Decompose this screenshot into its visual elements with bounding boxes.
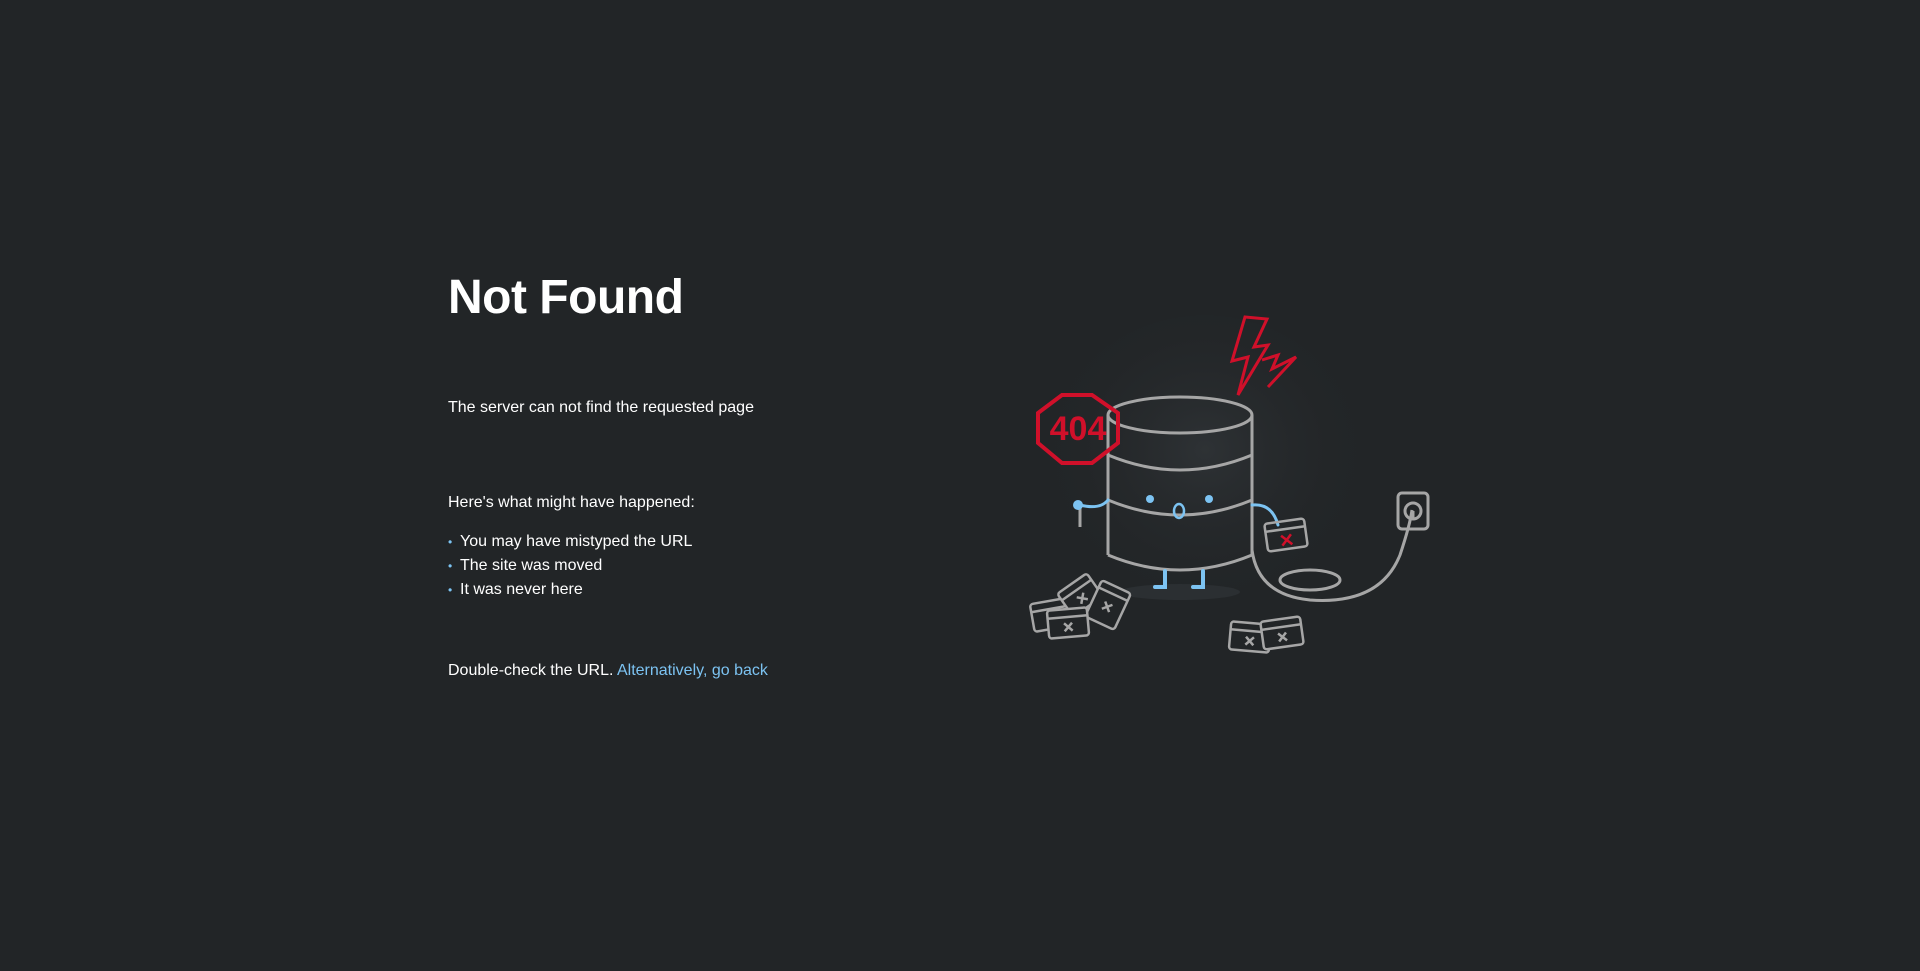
list-item: • The site was moved	[448, 554, 692, 578]
footer-hint: Double-check the URL. Alternatively, go …	[448, 661, 768, 681]
reason-text: It was never here	[460, 581, 583, 598]
reason-text: The site was moved	[460, 557, 603, 574]
error-page: Not Found The server can not find the re…	[0, 0, 1920, 971]
shadow	[1120, 584, 1240, 600]
reason-text: You may have mistyped the URL	[460, 533, 693, 550]
error-illustration: 404	[1029, 315, 1430, 654]
bullet-icon: •	[448, 559, 453, 573]
go-back-link[interactable]: Alternatively, go back	[617, 662, 768, 679]
reasons-heading: Here's what might have happened:	[448, 494, 695, 511]
reasons-list: • You may have mistyped the URL • The si…	[448, 530, 692, 602]
broken-window-icon	[1227, 615, 1305, 654]
list-item: • It was never here	[448, 578, 692, 602]
error-content: Not Found The server can not find the re…	[448, 268, 968, 679]
list-item: • You may have mistyped the URL	[448, 530, 692, 554]
sign-404-text: 404	[1050, 410, 1107, 448]
footer-text: Double-check the URL.	[448, 662, 614, 679]
error-description: The server can not find the requested pa…	[448, 399, 754, 416]
bullet-icon: •	[448, 583, 453, 597]
bullet-icon: •	[448, 535, 453, 549]
page-title: Not Found	[448, 271, 684, 324]
